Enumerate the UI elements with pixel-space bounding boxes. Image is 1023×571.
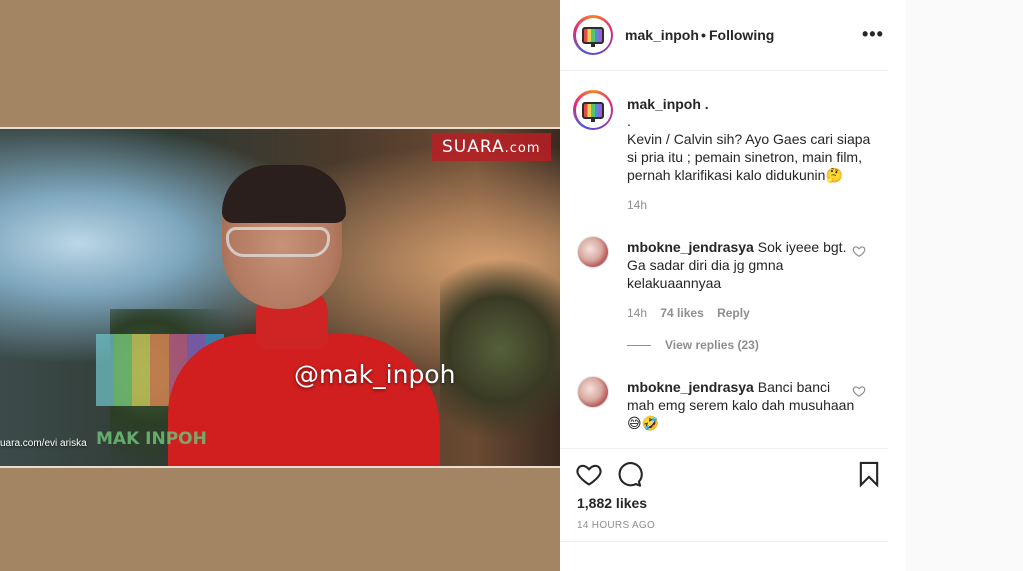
handle-watermark: @mak_inpoh (294, 360, 456, 389)
caption-text: Kevin / Calvin sih? Ayo Gaes cari siapa … (627, 131, 871, 183)
panel-gutter (888, 0, 906, 571)
reply-button[interactable]: Reply (717, 306, 750, 320)
post-media-area: SUARA.com @mak_inpoh uara.com/evi ariska… (0, 0, 560, 571)
post-header: mak_inpoh • Following ••• (560, 0, 888, 71)
view-replies-button[interactable]: View replies (23) (627, 338, 759, 352)
comment-text: mbokne_jendrasya Banci banci mah emg ser… (627, 378, 859, 432)
avatar-inner (575, 17, 611, 53)
tv-logo-icon (582, 26, 604, 47)
bookmark-icon[interactable] (855, 460, 883, 488)
comment-icon[interactable] (615, 460, 643, 488)
post-timestamp[interactable]: 14 HOURS AGO (577, 520, 655, 531)
replies-divider-line (627, 345, 651, 347)
comment-time[interactable]: 14h (627, 306, 647, 320)
view-replies-label: View replies (23) (665, 338, 759, 352)
post-side-panel: mak_inpoh • Following ••• mak_inpoh . . … (560, 0, 888, 571)
author-avatar[interactable] (573, 15, 613, 55)
commenter-avatar[interactable] (577, 376, 609, 408)
comment-like-heart-icon[interactable] (852, 384, 866, 398)
commenter-avatar[interactable] (577, 236, 609, 268)
comment-meta: 14h 74 likes Reply (627, 306, 760, 320)
caption-avatar[interactable] (573, 90, 613, 130)
comment-text: mbokne_jendrasya Sok iyeee bgt. Ga sadar… (627, 238, 859, 292)
author-username[interactable]: mak_inpoh (625, 27, 699, 43)
heart-icon[interactable] (575, 460, 603, 488)
comment-username[interactable]: mbokne_jendrasya (627, 239, 754, 255)
avatar-inner (575, 92, 611, 128)
person-glasses (226, 227, 330, 257)
source-watermark: uara.com/evi ariska (0, 438, 87, 449)
comments-list[interactable]: mak_inpoh . . Kevin / Calvin sih? Ayo Ga… (560, 72, 888, 448)
comment-likes[interactable]: 74 likes (660, 306, 703, 320)
caption-time[interactable]: 14h (627, 198, 647, 212)
tv-logo-icon (582, 101, 604, 122)
caption-username[interactable]: mak_inpoh . (627, 96, 709, 112)
background-foliage-right (440, 249, 560, 449)
brand-logo-watermark: MAK INPOH (96, 429, 207, 449)
caption-dot-line: . (627, 113, 631, 129)
suara-watermark: SUARA.com (432, 133, 551, 161)
person-hair (222, 165, 346, 223)
comment-like-heart-icon[interactable] (852, 244, 866, 258)
separator-dot: • (701, 27, 706, 43)
post-video[interactable]: SUARA.com @mak_inpoh uara.com/evi ariska… (0, 127, 560, 468)
person-red-sweater (168, 334, 440, 466)
following-button[interactable]: Following (709, 27, 774, 43)
post-actions: 1,882 likes 14 HOURS AGO (560, 448, 888, 542)
more-options-icon[interactable]: ••• (862, 24, 884, 45)
page-background-right (906, 0, 1023, 571)
comment-username[interactable]: mbokne_jendrasya (627, 379, 754, 395)
post-likes-count[interactable]: 1,882 likes (577, 495, 647, 511)
